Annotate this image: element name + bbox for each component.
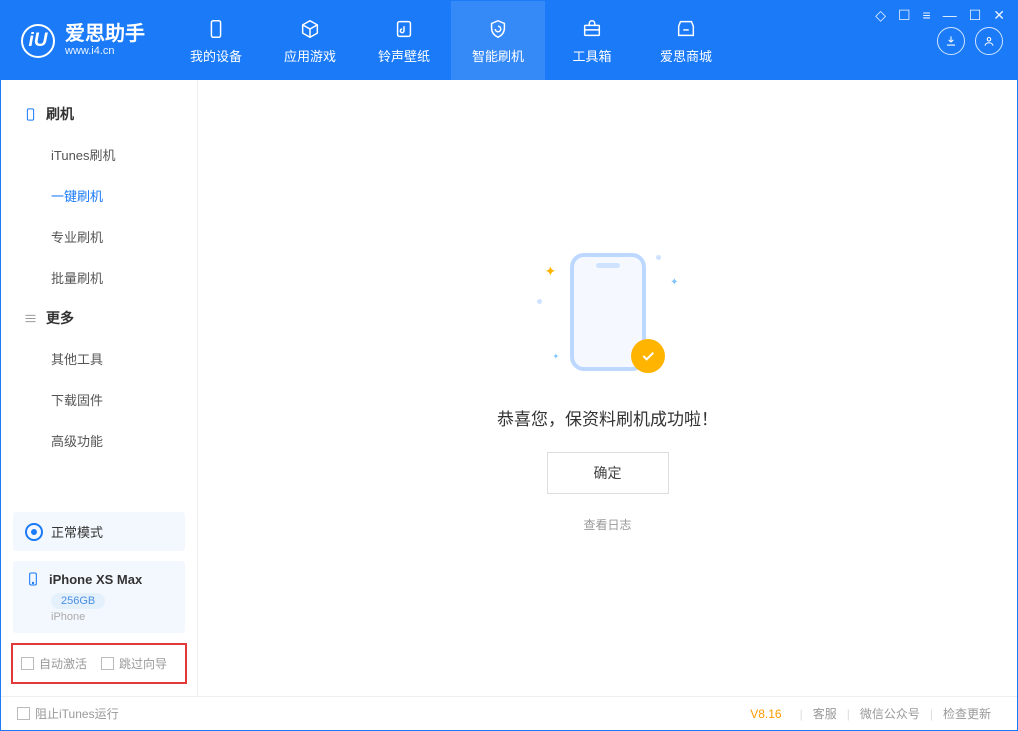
mode-indicator[interactable]: 正常模式 (13, 512, 185, 551)
status-bar: 阻止iTunes运行 V8.16 | 客服 | 微信公众号 | 检查更新 (1, 696, 1017, 730)
checkbox-block-itunes[interactable]: 阻止iTunes运行 (17, 705, 119, 722)
sidebar-item-pro-flash[interactable]: 专业刷机 (1, 216, 197, 257)
device-name: iPhone XS Max (49, 572, 142, 587)
sparkle-icon: ✦ (545, 263, 557, 280)
checkbox-icon (101, 657, 114, 670)
checkbox-auto-activate[interactable]: 自动激活 (21, 655, 87, 672)
shield-refresh-icon (485, 16, 511, 42)
success-illustration: ✦ ✦ ✦ (523, 243, 693, 383)
sidebar: 刷机 iTunes刷机 一键刷机 专业刷机 批量刷机 更多 其他工具 下载固件 … (1, 80, 198, 696)
tab-tools[interactable]: 工具箱 (545, 1, 639, 80)
success-message: 恭喜您，保资料刷机成功啦！ (497, 405, 718, 430)
checkbox-icon (17, 707, 30, 720)
tab-label: 我的设备 (190, 46, 242, 65)
highlighted-options: 自动激活 跳过向导 (11, 643, 187, 684)
app-url: www.i4.cn (65, 45, 145, 57)
checkmark-badge-icon (631, 339, 665, 373)
sparkle-icon: ✦ (553, 352, 560, 361)
cube-icon (297, 16, 323, 42)
tab-flash[interactable]: 智能刷机 (451, 1, 545, 80)
tab-label: 智能刷机 (472, 46, 524, 65)
checkbox-label: 自动激活 (39, 655, 87, 672)
tab-label: 铃声壁纸 (378, 46, 430, 65)
window-controls: ◇ ☐ ≡ — ☐ ✕ (875, 7, 1005, 24)
tab-label: 工具箱 (572, 46, 611, 65)
music-icon (391, 16, 417, 42)
app-name: 爱思助手 (65, 23, 145, 45)
sidebar-item-download-firmware[interactable]: 下载固件 (1, 379, 197, 420)
pin-icon[interactable]: ◇ (875, 7, 886, 24)
version-label: V8.16 (750, 707, 781, 721)
tab-my-device[interactable]: 我的设备 (169, 1, 263, 80)
download-button[interactable] (937, 27, 965, 55)
maximize-icon[interactable]: ☐ (969, 7, 982, 24)
minimize-icon[interactable]: — (943, 7, 957, 24)
tab-ringtones[interactable]: 铃声壁纸 (357, 1, 451, 80)
checkbox-icon (21, 657, 34, 670)
phone-icon (25, 571, 41, 587)
toolbox-icon (579, 16, 605, 42)
device-icon (203, 16, 229, 42)
wechat-link[interactable]: 微信公众号 (850, 705, 930, 722)
sidebar-group-flash: 刷机 (1, 94, 197, 134)
mode-icon (25, 523, 43, 541)
dot-icon (537, 299, 542, 304)
logo-mark-icon: iU (21, 24, 55, 58)
sidebar-item-batch-flash[interactable]: 批量刷机 (1, 257, 197, 298)
store-icon (673, 16, 699, 42)
sidebar-item-itunes-flash[interactable]: iTunes刷机 (1, 134, 197, 175)
close-icon[interactable]: ✕ (993, 7, 1005, 24)
view-log-link[interactable]: 查看日志 (583, 516, 631, 533)
tab-label: 爱思商城 (660, 46, 712, 65)
confirm-button[interactable]: 确定 (547, 452, 669, 494)
group-label: 更多 (46, 308, 74, 328)
group-label: 刷机 (46, 104, 74, 124)
mode-label: 正常模式 (51, 522, 103, 541)
main-content: ✦ ✦ ✦ 恭喜您，保资料刷机成功啦！ 确定 查看日志 (198, 80, 1017, 696)
sidebar-item-other-tools[interactable]: 其他工具 (1, 338, 197, 379)
menu-icon[interactable]: ≡ (923, 7, 931, 24)
tab-label: 应用游戏 (284, 46, 336, 65)
support-link[interactable]: 客服 (803, 705, 847, 722)
sparkle-icon: ✦ (670, 277, 678, 288)
dot-icon (656, 255, 661, 260)
skin-icon[interactable]: ☐ (898, 7, 911, 24)
device-capacity: 256GB (51, 593, 105, 609)
tab-apps[interactable]: 应用游戏 (263, 1, 357, 80)
sidebar-item-oneclick-flash[interactable]: 一键刷机 (1, 175, 197, 216)
checkbox-skip-guide[interactable]: 跳过向导 (101, 655, 167, 672)
app-logo: iU 爱思助手 www.i4.cn (1, 1, 169, 80)
sidebar-group-more: 更多 (1, 298, 197, 338)
checkbox-label: 跳过向导 (119, 655, 167, 672)
user-button[interactable] (975, 27, 1003, 55)
checkbox-label: 阻止iTunes运行 (35, 705, 119, 722)
check-update-link[interactable]: 检查更新 (933, 705, 1001, 722)
device-type: iPhone (51, 611, 173, 623)
tab-store[interactable]: 爱思商城 (639, 1, 733, 80)
sidebar-item-advanced[interactable]: 高级功能 (1, 420, 197, 461)
device-card[interactable]: iPhone XS Max 256GB iPhone (13, 561, 185, 633)
